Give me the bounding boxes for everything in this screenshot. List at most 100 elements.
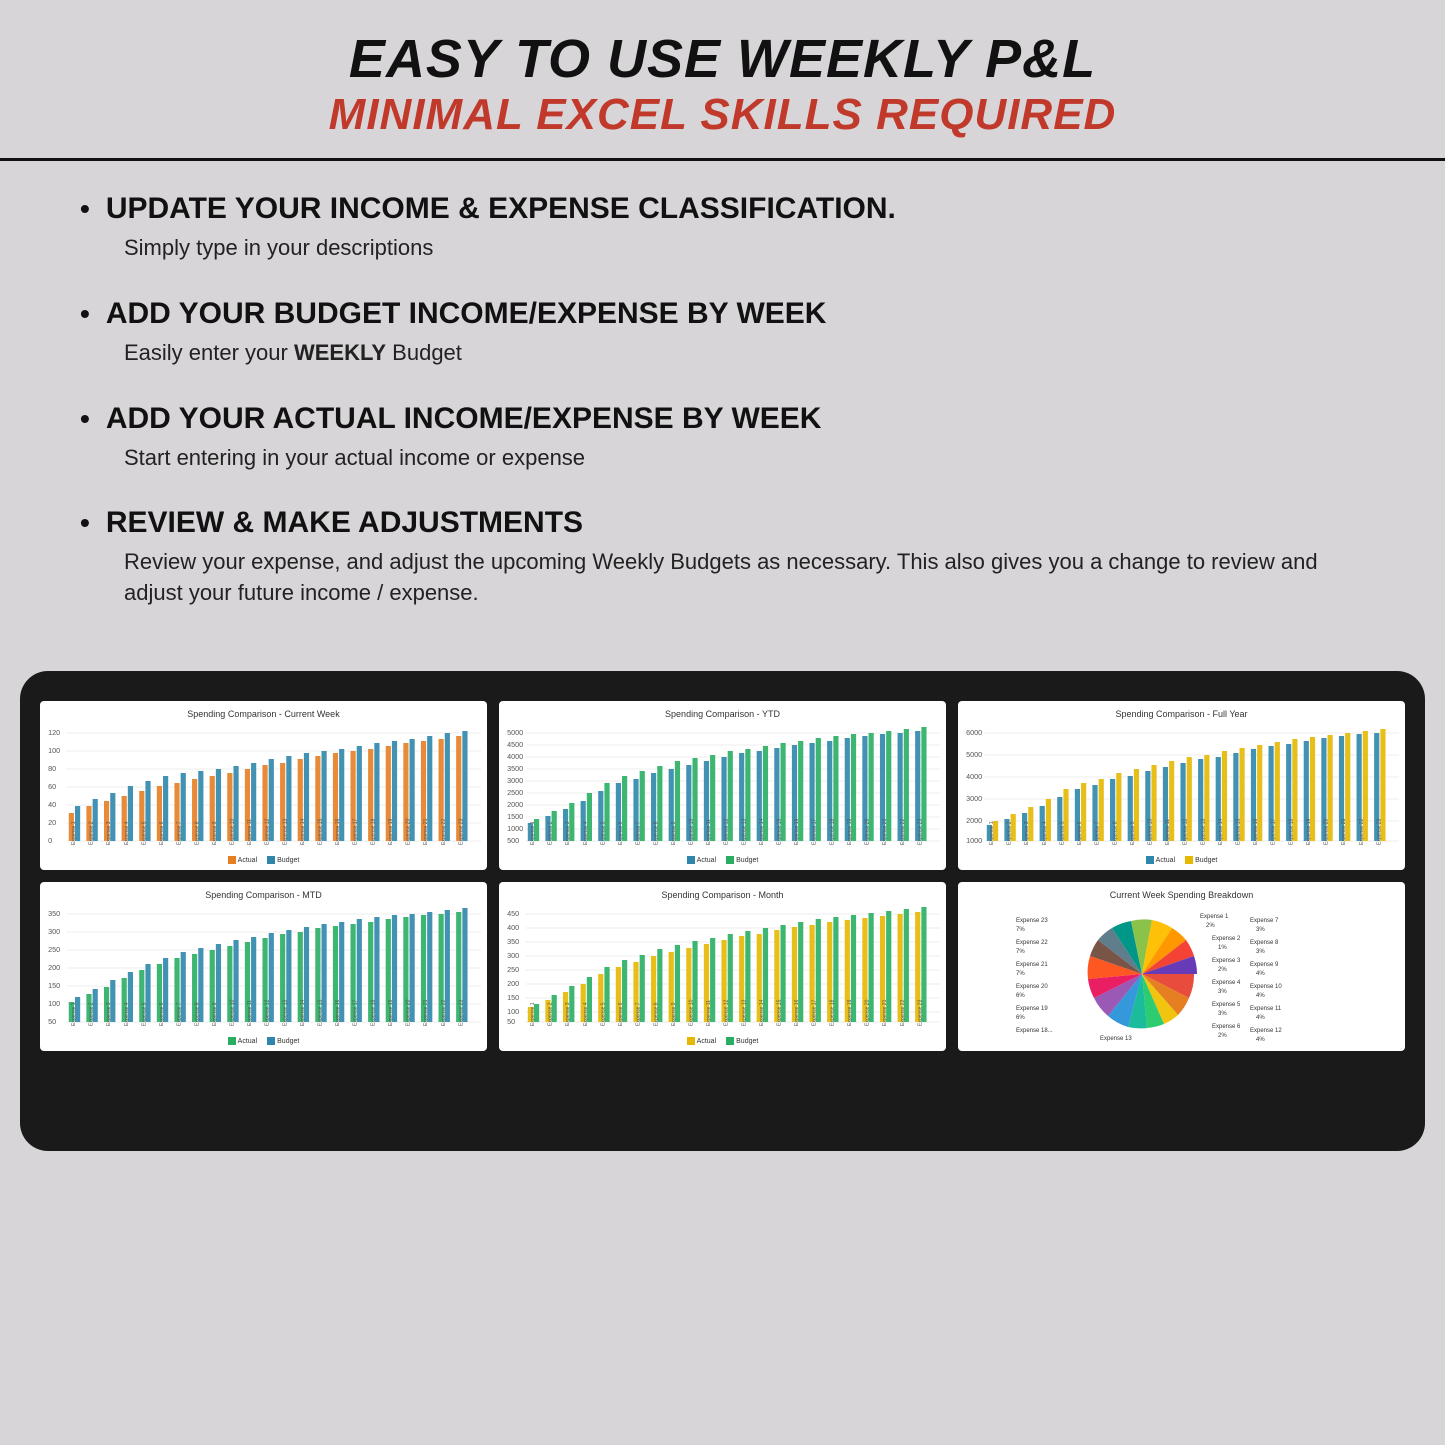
svg-text:2%: 2% (1218, 967, 1227, 973)
svg-text:Expense 19: Expense 19 (1016, 1006, 1048, 1012)
svg-text:5000: 5000 (507, 729, 523, 737)
bullet-dot-2: • (80, 298, 90, 330)
svg-text:20: 20 (48, 819, 56, 827)
bullet-budget: • ADD YOUR BUDGET INCOME/EXPENSE BY WEEK… (80, 296, 1365, 369)
chart-svg-full-year: 6000 5000 4000 3000 2000 1000 (964, 723, 1399, 853)
svg-text:40: 40 (48, 801, 56, 809)
svg-text:Expense 19: Expense 19 (388, 999, 394, 1026)
pie-svg-area: Expense 1 2% Expense 2 1% Expense 3 2% E… (964, 902, 1399, 1042)
svg-text:Expense 1: Expense 1 (71, 1002, 77, 1026)
svg-text:Expense 23: Expense 23 (458, 818, 464, 845)
svg-text:Expense 8: Expense 8 (1250, 940, 1279, 946)
bullet-title-2: ADD YOUR BUDGET INCOME/EXPENSE BY WEEK (106, 296, 827, 332)
svg-text:Expense 1: Expense 1 (530, 821, 536, 845)
svg-text:Expense 4: Expense 4 (1212, 980, 1241, 986)
chart-svg-current-week: 120 100 80 60 40 20 0 (46, 723, 481, 853)
svg-text:Expense 18: Expense 18 (829, 999, 835, 1026)
svg-text:Expense 16: Expense 16 (1253, 818, 1259, 845)
svg-text:1500: 1500 (507, 813, 523, 821)
chart-month: Spending Comparison - Month 450 400 350 … (499, 882, 946, 1051)
chart-title-month: Spending Comparison - Month (505, 890, 940, 900)
svg-text:Expense 4: Expense 4 (1042, 821, 1048, 845)
svg-text:Expense 14: Expense 14 (300, 818, 306, 845)
svg-text:Expense 1: Expense 1 (71, 821, 77, 845)
svg-text:Expense 3: Expense 3 (106, 821, 112, 845)
chart-mtd: Spending Comparison - MTD 350 300 250 20… (40, 882, 487, 1051)
content-section: • UPDATE YOUR INCOME & EXPENSE CLASSIFIC… (0, 161, 1445, 661)
svg-text:Expense 19: Expense 19 (847, 818, 853, 845)
svg-text:Expense 5: Expense 5 (141, 821, 147, 845)
legend-budget-cw: Budget (277, 857, 299, 864)
svg-text:3000: 3000 (966, 795, 982, 803)
svg-text:2000: 2000 (966, 817, 982, 825)
svg-text:3%: 3% (1256, 927, 1265, 933)
svg-text:Expense 22: Expense 22 (900, 818, 906, 845)
svg-text:1000: 1000 (507, 825, 523, 833)
svg-text:Expense 5: Expense 5 (1059, 821, 1065, 845)
svg-text:Expense 12: Expense 12 (724, 818, 730, 845)
svg-text:Expense 11: Expense 11 (706, 819, 712, 845)
header-title-sub: MINIMAL EXCEL SKILLS REQUIRED (40, 90, 1405, 140)
bullet-title-1: UPDATE YOUR INCOME & EXPENSE CLASSIFICAT… (106, 191, 896, 227)
chart-legend-ytd: Actual Budget (505, 856, 940, 864)
svg-text:Expense 13: Expense 13 (282, 999, 288, 1026)
chart-current-week: Spending Comparison - Current Week 120 1… (40, 701, 487, 870)
svg-text:Expense 3: Expense 3 (106, 1002, 112, 1026)
svg-text:Expense 17: Expense 17 (812, 999, 818, 1026)
svg-text:Expense 15: Expense 15 (776, 999, 782, 1026)
svg-text:Expense 2: Expense 2 (89, 821, 95, 845)
svg-text:Expense 8: Expense 8 (194, 821, 200, 845)
svg-text:400: 400 (507, 924, 519, 932)
svg-text:Expense 21: Expense 21 (423, 999, 429, 1026)
svg-text:Expense 12: Expense 12 (1183, 818, 1189, 845)
bullet-body-1: Simply type in your descriptions (124, 233, 1365, 264)
bullet-review: • REVIEW & MAKE ADJUSTMENTS Review your … (80, 505, 1365, 609)
svg-text:5000: 5000 (966, 751, 982, 759)
svg-text:7%: 7% (1016, 971, 1025, 977)
svg-text:50: 50 (507, 1018, 515, 1026)
svg-text:120: 120 (48, 729, 60, 737)
bullet-dot-4: • (80, 507, 90, 539)
svg-text:Expense 10: Expense 10 (688, 999, 694, 1026)
svg-text:Expense 13: Expense 13 (1100, 1036, 1132, 1042)
svg-text:250: 250 (507, 966, 519, 974)
svg-text:6000: 6000 (966, 729, 982, 737)
svg-text:Expense 14: Expense 14 (759, 818, 765, 845)
svg-text:4%: 4% (1256, 1015, 1265, 1021)
svg-text:Expense 18: Expense 18 (370, 818, 376, 845)
svg-text:Expense 22: Expense 22 (441, 999, 447, 1026)
chart-title-pie: Current Week Spending Breakdown (964, 890, 1399, 900)
chart-title-current-week: Spending Comparison - Current Week (46, 709, 481, 719)
svg-text:Expense 9: Expense 9 (1130, 821, 1136, 845)
svg-text:Expense 4: Expense 4 (124, 1002, 130, 1026)
svg-text:Expense 23: Expense 23 (917, 818, 923, 845)
svg-text:Expense 20: Expense 20 (1323, 818, 1329, 845)
svg-text:150: 150 (48, 982, 60, 990)
svg-text:Expense 2: Expense 2 (89, 1002, 95, 1026)
bullet-dot-3: • (80, 403, 90, 435)
svg-text:Expense 8: Expense 8 (1112, 821, 1118, 845)
svg-text:Expense 16: Expense 16 (335, 999, 341, 1026)
svg-text:Expense 11: Expense 11 (1165, 819, 1171, 845)
svg-text:Expense 10: Expense 10 (688, 818, 694, 845)
header-title-main: EASY TO USE WEEKLY P&L (40, 28, 1405, 90)
svg-text:100: 100 (48, 747, 60, 755)
svg-text:Expense 7: Expense 7 (177, 821, 183, 845)
svg-text:6%: 6% (1016, 993, 1025, 999)
svg-text:Expense 11: Expense 11 (706, 1000, 712, 1026)
svg-text:Expense 16: Expense 16 (794, 818, 800, 845)
bullet-actual: • ADD YOUR ACTUAL INCOME/EXPENSE BY WEEK… (80, 401, 1365, 474)
svg-text:Expense 7: Expense 7 (1095, 821, 1101, 845)
svg-text:300: 300 (507, 952, 519, 960)
svg-text:3500: 3500 (507, 765, 523, 773)
svg-text:6%: 6% (1016, 1015, 1025, 1021)
svg-text:Expense 2: Expense 2 (548, 1002, 554, 1026)
chart-legend-mtd: Actual Budget (46, 1037, 481, 1045)
svg-text:Expense 13: Expense 13 (741, 818, 747, 845)
svg-text:Expense 10: Expense 10 (1250, 984, 1282, 990)
svg-text:Expense 9: Expense 9 (671, 821, 677, 845)
svg-text:Expense 9: Expense 9 (1250, 962, 1279, 968)
svg-text:500: 500 (507, 837, 519, 845)
svg-text:Expense 7: Expense 7 (1250, 918, 1279, 924)
svg-text:Expense 4: Expense 4 (583, 1002, 589, 1026)
